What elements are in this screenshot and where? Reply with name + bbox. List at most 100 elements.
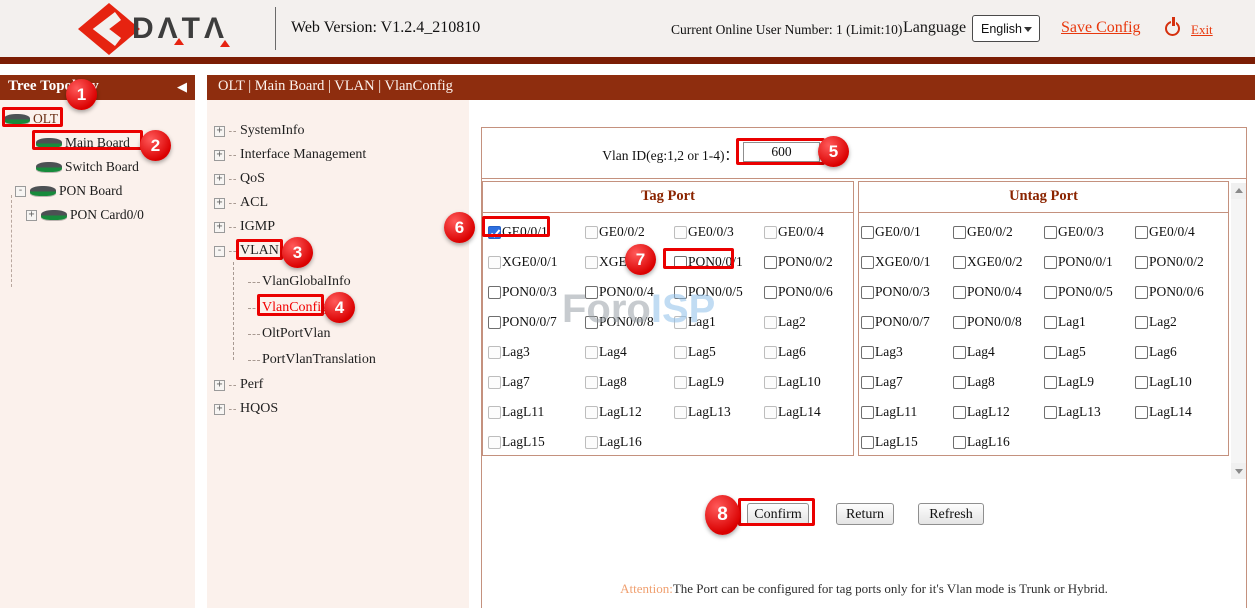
menu-item-vlanglobalinfo[interactable]: VlanGlobalInfo: [248, 269, 464, 295]
untag-checkbox-lagl11[interactable]: [861, 406, 874, 419]
tag-port-ge0-0-3: GE0/0/3: [674, 217, 764, 247]
tag-port-pon0-0-1: PON0/0/1: [674, 247, 764, 277]
untag-checkbox-ge0-0-4[interactable]: [1135, 226, 1148, 239]
untag-checkbox-lag4[interactable]: [953, 346, 966, 359]
tree-item-olt[interactable]: OLT: [0, 107, 195, 131]
untag-checkbox-lagl13[interactable]: [1044, 406, 1057, 419]
tag-checkbox-pon0-0-2[interactable]: [764, 256, 777, 269]
untag-checkbox-pon0-0-2[interactable]: [1135, 256, 1148, 269]
untag-checkbox-ge0-0-1[interactable]: [861, 226, 874, 239]
untag-checkbox-lag5[interactable]: [1044, 346, 1057, 359]
untag-checkbox-xge0-0-1[interactable]: [861, 256, 874, 269]
vlan-id-input[interactable]: [743, 142, 820, 162]
untag-checkbox-lagl15[interactable]: [861, 436, 874, 449]
tag-checkbox-pon0-0-3[interactable]: [488, 286, 501, 299]
expand-icon[interactable]: +: [214, 404, 225, 415]
untag-checkbox-lagl14[interactable]: [1135, 406, 1148, 419]
untag-port-label: Lag6: [1149, 344, 1177, 360]
untag-checkbox-lag7[interactable]: [861, 376, 874, 389]
menu-item-hqos[interactable]: +HQOS: [214, 397, 464, 421]
header-separator-bar: [0, 57, 1255, 64]
tree-item-main-board[interactable]: Main Board: [0, 131, 195, 155]
power-icon[interactable]: [1165, 21, 1180, 36]
tag-checkbox-pon0-0-8[interactable]: [585, 316, 598, 329]
menu-item-vlan[interactable]: -VLAN: [214, 239, 464, 263]
tag-checkbox-lagl14: [764, 406, 777, 419]
untag-checkbox-ge0-0-3[interactable]: [1044, 226, 1057, 239]
menu-item-acl[interactable]: + ACL: [214, 191, 464, 215]
expand-icon[interactable]: +: [214, 380, 225, 391]
menu-item-igmp[interactable]: +IGMP: [214, 215, 464, 239]
untag-checkbox-lag2[interactable]: [1135, 316, 1148, 329]
untag-port-table: Untag Port GE0/0/1GE0/0/2GE0/0/3GE0/0/4X…: [858, 181, 1229, 456]
untag-checkbox-lagl10[interactable]: [1135, 376, 1148, 389]
menu-item-oltportvlan[interactable]: OltPortVlan: [248, 321, 464, 347]
tag-checkbox-xge0-0-1: [488, 256, 501, 269]
return-button[interactable]: Return: [836, 503, 894, 525]
tree-item-pon-board[interactable]: -PON Board: [0, 179, 195, 203]
scrollbar-down-icon[interactable]: [1231, 463, 1246, 479]
tag-port-lag5: Lag5: [674, 337, 764, 367]
tag-checkbox-pon0-0-4[interactable]: [585, 286, 598, 299]
untag-checkbox-ge0-0-2[interactable]: [953, 226, 966, 239]
language-select[interactable]: English: [972, 15, 1040, 42]
untag-port-lag2: Lag2: [1135, 307, 1228, 337]
tag-checkbox-pon0-0-5[interactable]: [674, 286, 687, 299]
untag-checkbox-pon0-0-1[interactable]: [1044, 256, 1057, 269]
untag-port-label: PON0/0/6: [1149, 284, 1204, 300]
sidebar-collapse-icon[interactable]: ◀: [177, 79, 187, 95]
untag-port-lagl13: LagL13: [1044, 397, 1135, 427]
collapse-icon[interactable]: -: [214, 246, 225, 257]
menu-item-systeminfo[interactable]: +SystemInfo: [214, 119, 464, 143]
untag-checkbox-pon0-0-8[interactable]: [953, 316, 966, 329]
menu-item-perf[interactable]: +Perf: [214, 373, 464, 397]
attention-label: Attention:: [620, 581, 673, 596]
menu-item-qos[interactable]: +QoS: [214, 167, 464, 191]
untag-checkbox-pon0-0-7[interactable]: [861, 316, 874, 329]
untag-port-lag8: Lag8: [953, 367, 1044, 397]
untag-checkbox-lagl12[interactable]: [953, 406, 966, 419]
untag-checkbox-lag3[interactable]: [861, 346, 874, 359]
exit-link[interactable]: Exit: [1191, 22, 1213, 38]
tag-checkbox-pon0-0-6[interactable]: [764, 286, 777, 299]
untag-port-lagl15: LagL15: [861, 427, 953, 457]
untag-checkbox-lag1[interactable]: [1044, 316, 1057, 329]
tag-checkbox-ge0-0-1[interactable]: [488, 226, 501, 239]
menu-item-label: ACL: [240, 195, 268, 211]
olt-web-manager: DΛTΛ Web Version: V1.2.4_210810 Current …: [0, 0, 1255, 608]
untag-checkbox-pon0-0-3[interactable]: [861, 286, 874, 299]
expand-icon[interactable]: +: [214, 174, 225, 185]
tag-checkbox-pon0-0-7[interactable]: [488, 316, 501, 329]
expand-icon[interactable]: +: [214, 198, 225, 209]
untag-port-label: LagL16: [967, 434, 1010, 450]
confirm-button[interactable]: Confirm: [747, 503, 809, 525]
vertical-scrollbar[interactable]: [1231, 183, 1246, 479]
tree-item-switch-board[interactable]: Switch Board: [0, 155, 195, 179]
tag-port-label: GE0/0/3: [688, 224, 734, 240]
collapse-icon[interactable]: -: [15, 186, 26, 197]
expand-icon[interactable]: +: [26, 210, 37, 221]
untag-checkbox-lagl9[interactable]: [1044, 376, 1057, 389]
save-config-link[interactable]: Save Config: [1061, 19, 1141, 37]
expand-icon[interactable]: +: [214, 150, 225, 161]
untag-checkbox-lagl16[interactable]: [953, 436, 966, 449]
menu-item-interface-management[interactable]: +Interface Management: [214, 143, 464, 167]
expand-icon[interactable]: +: [214, 126, 225, 137]
tag-port-label: PON0/0/1: [688, 254, 743, 270]
tag-checkbox-pon0-0-1[interactable]: [674, 256, 687, 269]
expand-icon[interactable]: +: [214, 222, 225, 233]
tag-port-lag1: Lag1: [674, 307, 764, 337]
refresh-button[interactable]: Refresh: [918, 503, 984, 525]
menu-item-portvlantranslation[interactable]: PortVlanTranslation: [248, 347, 464, 373]
untag-checkbox-pon0-0-4[interactable]: [953, 286, 966, 299]
untag-port-label: Lag3: [875, 344, 903, 360]
untag-checkbox-lag8[interactable]: [953, 376, 966, 389]
untag-checkbox-xge0-0-2[interactable]: [953, 256, 966, 269]
device-icon: [36, 138, 62, 148]
untag-checkbox-pon0-0-6[interactable]: [1135, 286, 1148, 299]
tree-item-pon-card0-0[interactable]: +PON Card0/0: [0, 203, 195, 227]
scrollbar-up-icon[interactable]: [1231, 183, 1246, 199]
untag-checkbox-lag6[interactable]: [1135, 346, 1148, 359]
untag-checkbox-pon0-0-5[interactable]: [1044, 286, 1057, 299]
menu-item-vlanconfig[interactable]: VlanConfig: [248, 295, 464, 321]
